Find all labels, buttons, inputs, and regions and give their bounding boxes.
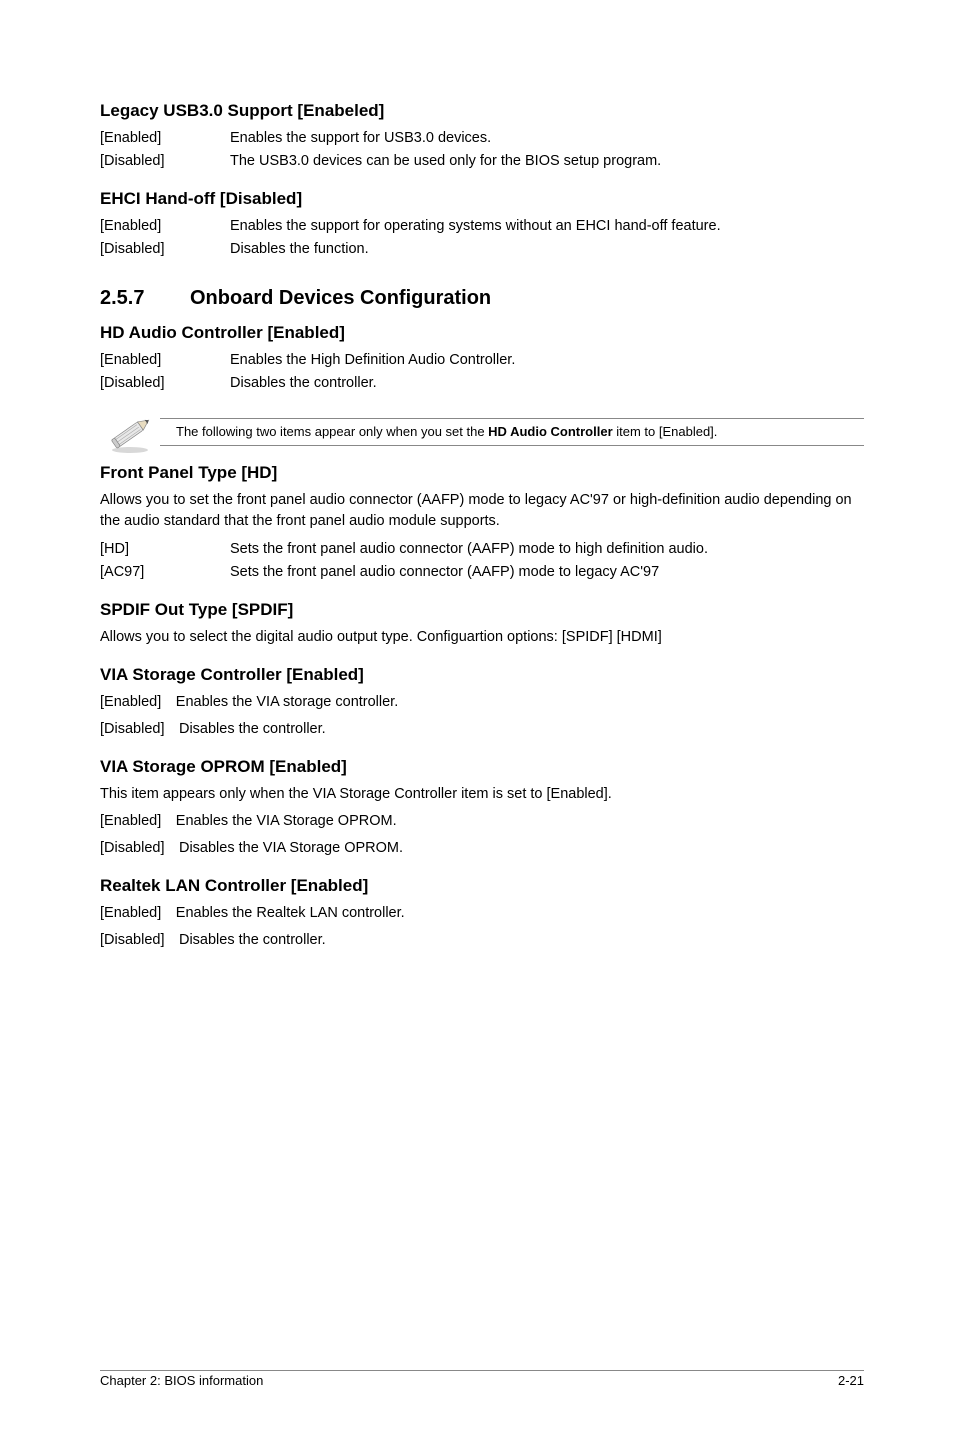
- via-oprom-disabled: [Disabled] Disables the VIA Storage OPRO…: [100, 838, 864, 859]
- row-hd: [HD] Sets the front panel audio connecto…: [100, 539, 864, 560]
- row-disabled: [Disabled] Disables the controller.: [100, 373, 864, 394]
- heading-hd-audio: HD Audio Controller [Enabled]: [100, 322, 864, 344]
- label-enabled: [Enabled]: [100, 350, 230, 371]
- value-hd: Sets the front panel audio connector (AA…: [230, 539, 864, 560]
- value-enabled: Enables the support for USB3.0 devices.: [230, 128, 864, 149]
- spdif-body: Allows you to select the digital audio o…: [100, 627, 864, 648]
- heading-realtek: Realtek LAN Controller [Enabled]: [100, 875, 864, 897]
- value-ac97: Sets the front panel audio connector (AA…: [230, 562, 864, 583]
- value-disabled: The USB3.0 devices can be used only for …: [230, 151, 864, 172]
- value-disabled: Disables the function.: [230, 239, 864, 260]
- via-storage-disabled: [Disabled] Disables the controller.: [100, 719, 864, 740]
- via-oprom-enabled: [Enabled] Enables the VIA Storage OPROM.: [100, 811, 864, 832]
- footer-right: 2-21: [838, 1373, 864, 1388]
- realtek-disabled: [Disabled] Disables the controller.: [100, 930, 864, 951]
- heading-legacy-usb3: Legacy USB3.0 Support [Enabeled]: [100, 100, 864, 122]
- section-title: Onboard Devices Configuration: [190, 287, 491, 309]
- row-disabled: [Disabled] Disables the function.: [100, 239, 864, 260]
- row-enabled: [Enabled] Enables the High Definition Au…: [100, 350, 864, 371]
- note-text: The following two items appear only when…: [160, 419, 864, 445]
- via-oprom-intro: This item appears only when the VIA Stor…: [100, 784, 864, 805]
- value-disabled: Disables the controller.: [230, 373, 864, 394]
- page-footer: Chapter 2: BIOS information 2-21: [100, 1370, 864, 1388]
- value-enabled: Enables the High Definition Audio Contro…: [230, 350, 864, 371]
- pencil-icon: [100, 410, 160, 454]
- label-ac97: [AC97]: [100, 562, 230, 583]
- via-storage-enabled: [Enabled] Enables the VIA storage contro…: [100, 692, 864, 713]
- section-heading: 2.5.7Onboard Devices Configuration: [100, 286, 864, 310]
- label-disabled: [Disabled]: [100, 151, 230, 172]
- label-enabled: [Enabled]: [100, 216, 230, 237]
- section-number: 2.5.7: [100, 286, 190, 310]
- note-pre: The following two items appear only when…: [176, 424, 488, 439]
- heading-ehci: EHCI Hand-off [Disabled]: [100, 188, 864, 210]
- heading-via-oprom: VIA Storage OPROM [Enabled]: [100, 756, 864, 778]
- note-box: The following two items appear only when…: [100, 410, 864, 454]
- label-hd: [HD]: [100, 539, 230, 560]
- note-bold: HD Audio Controller: [488, 424, 612, 439]
- row-disabled: [Disabled] The USB3.0 devices can be use…: [100, 151, 864, 172]
- heading-via-storage: VIA Storage Controller [Enabled]: [100, 664, 864, 686]
- realtek-enabled: [Enabled] Enables the Realtek LAN contro…: [100, 903, 864, 924]
- heading-front-panel: Front Panel Type [HD]: [100, 462, 864, 484]
- row-enabled: [Enabled] Enables the support for USB3.0…: [100, 128, 864, 149]
- front-panel-intro: Allows you to set the front panel audio …: [100, 490, 864, 532]
- footer-left: Chapter 2: BIOS information: [100, 1373, 263, 1388]
- label-disabled: [Disabled]: [100, 239, 230, 260]
- label-enabled: [Enabled]: [100, 128, 230, 149]
- note-post: item to [Enabled].: [613, 424, 718, 439]
- row-ac97: [AC97] Sets the front panel audio connec…: [100, 562, 864, 583]
- value-enabled: Enables the support for operating system…: [230, 216, 864, 237]
- heading-spdif: SPDIF Out Type [SPDIF]: [100, 599, 864, 621]
- label-disabled: [Disabled]: [100, 373, 230, 394]
- row-enabled: [Enabled] Enables the support for operat…: [100, 216, 864, 237]
